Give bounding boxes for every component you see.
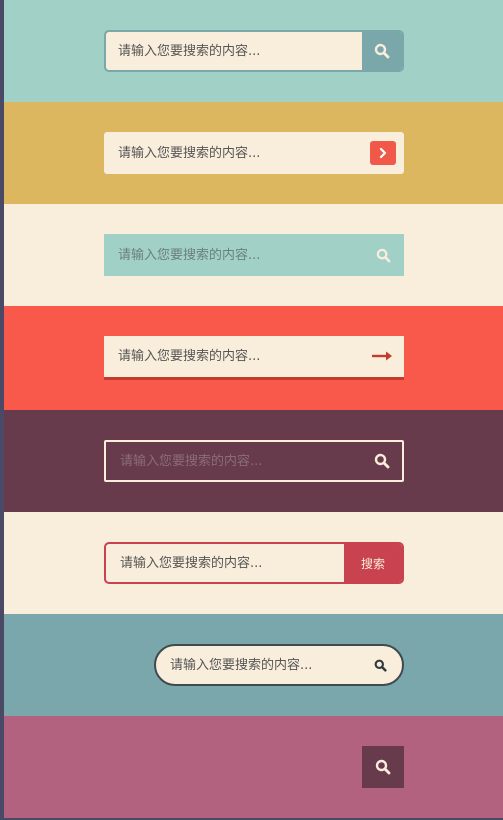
search-button-3[interactable] <box>372 244 394 266</box>
search-box-3 <box>104 234 404 276</box>
search-style-8-band <box>4 716 503 818</box>
search-icon <box>374 659 387 672</box>
search-style-4-band <box>4 306 503 410</box>
search-box-1 <box>104 30 404 72</box>
search-button-6[interactable]: 搜索 <box>344 544 402 582</box>
search-input-4[interactable] <box>118 336 358 377</box>
search-box-5 <box>104 440 404 482</box>
chevron-right-icon <box>377 147 389 159</box>
search-button-4[interactable] <box>370 346 394 366</box>
search-button-5[interactable] <box>372 451 392 471</box>
search-button-2[interactable] <box>370 141 396 165</box>
search-style-6-band: 搜索 <box>4 512 503 614</box>
search-icon <box>376 248 391 263</box>
search-box-2 <box>104 132 404 174</box>
search-input-3[interactable] <box>118 234 358 276</box>
search-style-5-band <box>4 410 503 512</box>
search-input-7[interactable] <box>170 646 360 684</box>
search-style-2-band <box>4 102 503 204</box>
search-input-5[interactable] <box>120 442 360 480</box>
search-button-8[interactable] <box>362 746 404 788</box>
search-box-7 <box>154 644 404 686</box>
search-box-4 <box>104 336 404 380</box>
search-button-1[interactable] <box>362 32 402 70</box>
search-input-1[interactable] <box>118 32 358 70</box>
search-box-6: 搜索 <box>104 542 404 584</box>
search-input-6[interactable] <box>120 544 350 582</box>
search-style-3-band <box>4 204 503 306</box>
search-style-1-band <box>4 0 503 102</box>
search-button-7[interactable] <box>370 655 390 675</box>
search-icon <box>374 43 390 59</box>
search-icon <box>374 453 390 469</box>
search-input-2[interactable] <box>118 132 358 174</box>
search-icon <box>375 759 391 775</box>
arrow-right-icon <box>371 350 393 362</box>
search-style-7-band <box>4 614 503 716</box>
